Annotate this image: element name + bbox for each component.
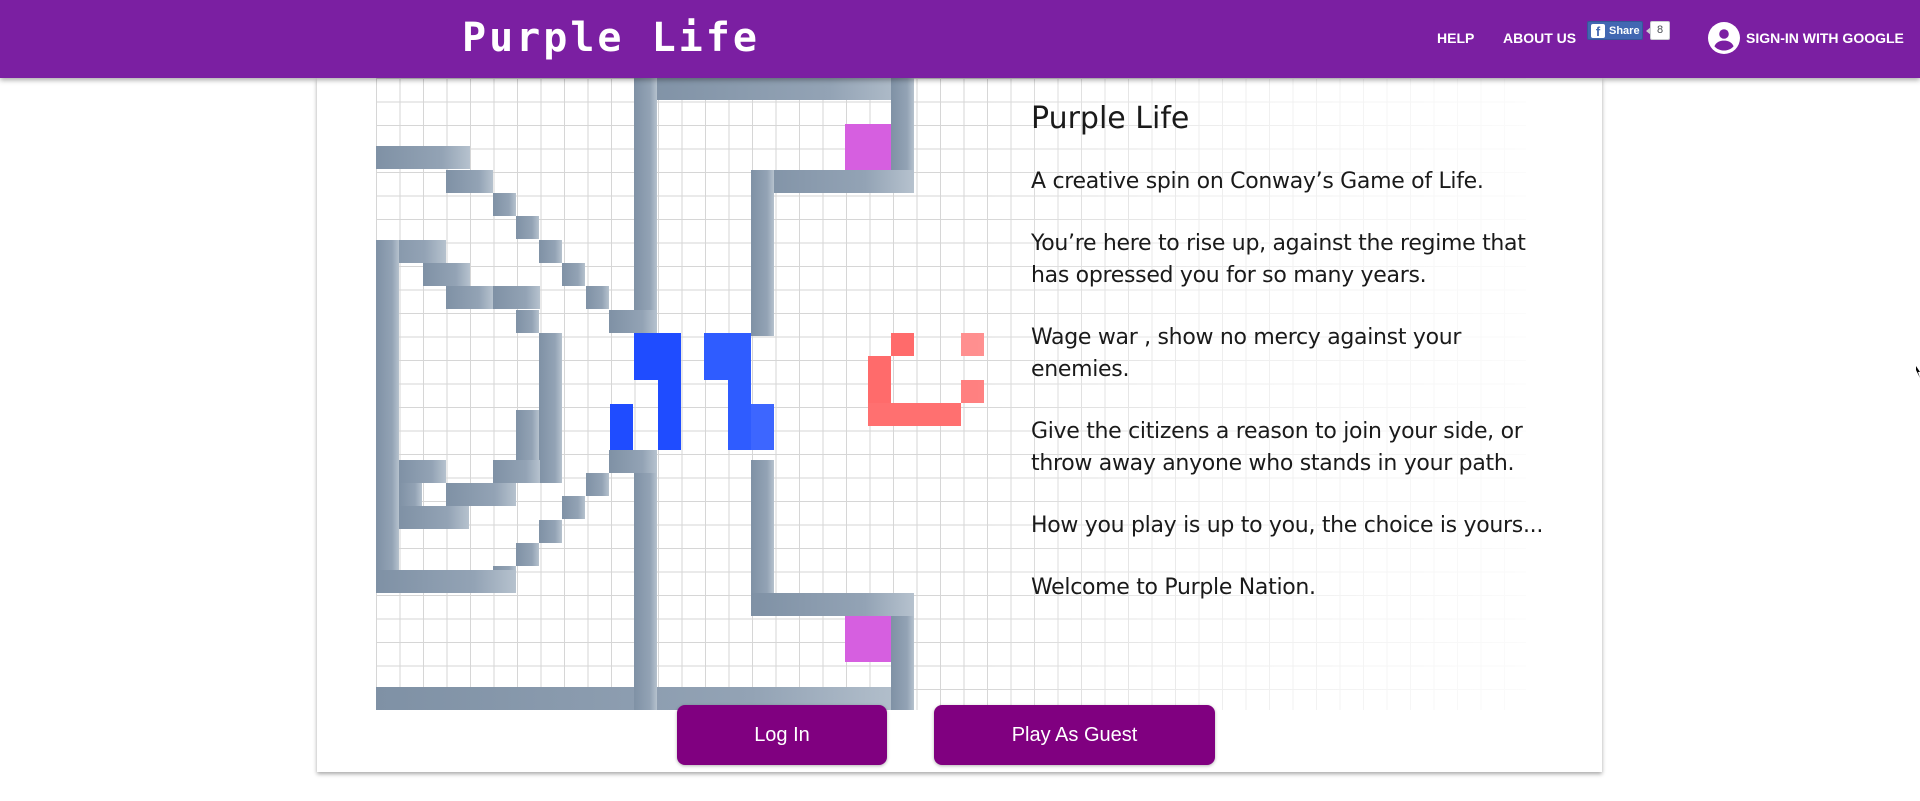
- sign-in-label: SIGN-IN WITH GOOGLE: [1746, 30, 1904, 46]
- about-us-link[interactable]: ABOUT US: [1503, 28, 1576, 48]
- log-in-button[interactable]: Log In: [677, 705, 887, 765]
- sign-in-with-google-button[interactable]: SIGN-IN WITH GOOGLE: [1708, 22, 1904, 54]
- facebook-share-button[interactable]: f Share: [1587, 21, 1643, 40]
- mouse-cursor-icon: [1916, 366, 1920, 378]
- top-app-bar: Purple Life HELP ABOUT US f Share 8 SIGN…: [0, 0, 1920, 78]
- intro-title: Purple Life: [1031, 101, 1190, 136]
- help-link[interactable]: HELP: [1437, 28, 1474, 48]
- blue-cells: [610, 333, 774, 450]
- intro-paragraph-4: Give the citizens a reason to join your …: [1031, 419, 1523, 476]
- play-as-guest-button[interactable]: Play As Guest: [934, 705, 1215, 765]
- intro-paragraph-5: How you play is up to you, the choice is…: [1031, 513, 1544, 538]
- intro-paragraph-1: A creative spin on Conway’s Game of Life…: [1031, 169, 1484, 194]
- intro-paragraph-6: Welcome to Purple Nation.: [1031, 575, 1316, 600]
- facebook-icon: f: [1591, 23, 1605, 39]
- app-logo[interactable]: Purple Life: [462, 10, 760, 66]
- intro-paragraph-2: You’re here to rise up, against the regi…: [1031, 231, 1526, 288]
- walls: [376, 78, 914, 710]
- red-cells: [868, 333, 984, 426]
- intro-paragraph-3: Wage war , show no mercy against your en…: [1031, 325, 1462, 382]
- share-label: Share: [1609, 24, 1640, 37]
- intro-text: Purple Life A creative spin on Conway’s …: [1031, 96, 1551, 634]
- account-circle-icon: [1708, 22, 1740, 54]
- share-count-badge: 8: [1646, 21, 1670, 40]
